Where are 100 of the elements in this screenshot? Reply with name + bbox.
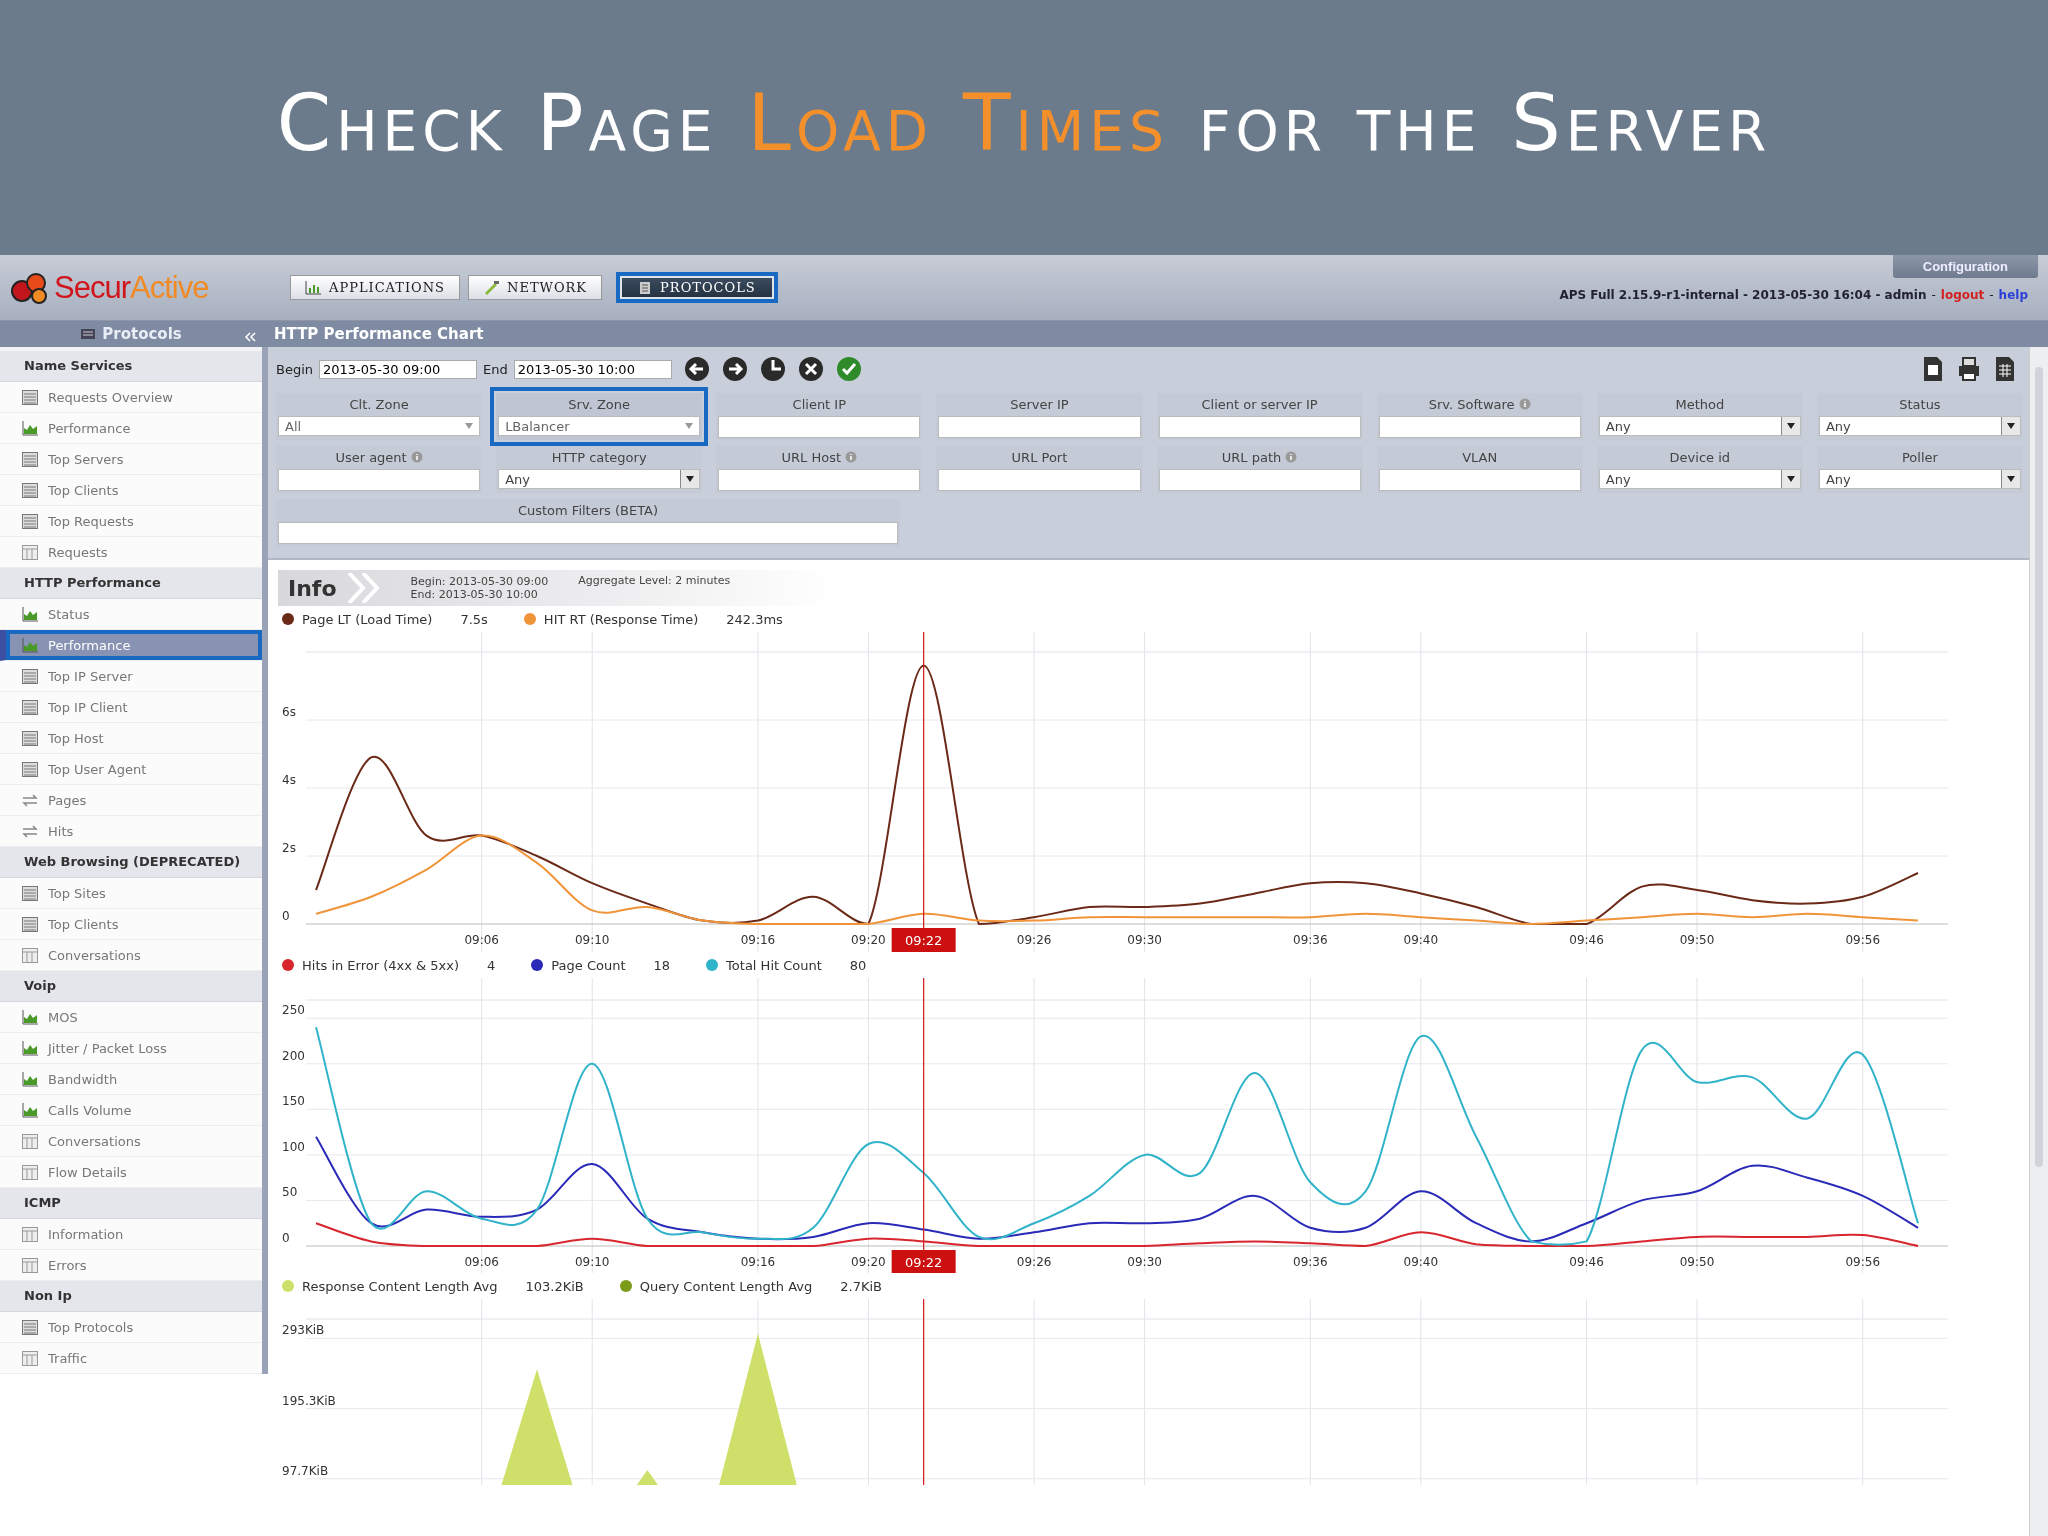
collapse-icon[interactable]	[244, 332, 256, 342]
legend-label: Response Content Length Avg	[302, 1278, 498, 1294]
filter-input[interactable]	[938, 469, 1141, 491]
checkmark-icon[interactable]	[835, 356, 862, 382]
sidebar-item[interactable]: Jitter / Packet Loss	[0, 1033, 262, 1064]
filter-select[interactable]: Any	[1598, 416, 1801, 436]
bar-chart-icon	[305, 280, 321, 295]
filter-input[interactable]	[1158, 416, 1361, 438]
sidebar-item[interactable]: Top Requests	[0, 506, 262, 537]
clock-icon[interactable]	[759, 356, 786, 382]
info-icon	[410, 451, 423, 463]
info-icon	[1285, 451, 1298, 463]
x-tick-label: 09:10	[574, 1255, 610, 1269]
sidebar-item[interactable]: Bandwidth	[0, 1064, 262, 1095]
header-link[interactable]: help	[1998, 288, 2028, 302]
bar-chart-icon	[22, 637, 38, 653]
filter-input[interactable]	[1158, 469, 1361, 491]
bar-chart-icon	[22, 420, 38, 436]
filter-input[interactable]	[718, 469, 921, 491]
end-date-field[interactable]: 2013-05-30 10:00	[513, 359, 672, 379]
filter-input[interactable]	[278, 522, 898, 544]
sidebar-item[interactable]: Top User Agent	[0, 754, 262, 785]
nav-tab[interactable]: APPLICATIONS	[290, 275, 461, 300]
logo-icon	[10, 270, 50, 305]
configuration-button[interactable]: Configuration	[1892, 255, 2038, 278]
sidebar-item[interactable]: Conversations	[0, 1126, 262, 1157]
legend-value: 103.2KiB	[525, 1278, 584, 1294]
logo-text: SecurActive	[54, 269, 209, 306]
sidebar-item[interactable]: Status	[0, 599, 262, 630]
grid-icon	[22, 1350, 38, 1366]
table-icon	[22, 513, 38, 529]
filter-select[interactable]: Any	[1818, 469, 2021, 489]
sidebar-item[interactable]: Calls Volume	[0, 1095, 262, 1126]
sidebar-item[interactable]: Top Clients	[0, 909, 262, 940]
y-tick-label: 50	[282, 1185, 298, 1200]
filter-label: Poller	[1902, 449, 1938, 465]
zone-dropdown[interactable]: All	[278, 416, 481, 436]
sidebar-item[interactable]: Performance	[0, 630, 262, 661]
header-link[interactable]: logout	[1940, 288, 1985, 302]
printer-icon[interactable]	[1957, 356, 1981, 382]
sidebar-item[interactable]: Hits	[0, 816, 262, 847]
info-icon	[1518, 398, 1531, 410]
sidebar-item[interactable]: Pages	[0, 785, 262, 816]
pencil-icon	[483, 280, 500, 295]
y-tick-label: 195.3KiB	[282, 1393, 336, 1408]
grid-icon	[22, 544, 38, 560]
legend-value: 18	[653, 957, 671, 973]
sidebar-item[interactable]: Requests	[0, 537, 262, 568]
filter-select[interactable]: Any	[498, 469, 701, 489]
sidebar-item[interactable]: Top Clients	[0, 475, 262, 506]
section-header: Non Ip	[0, 1281, 262, 1312]
sidebar-item[interactable]: Flow Details	[0, 1157, 262, 1188]
close-icon[interactable]	[797, 356, 824, 382]
sidebar-item[interactable]: Top IP Client	[0, 692, 262, 723]
filter-input[interactable]	[938, 416, 1141, 438]
x-tick-label: 09:56	[1845, 1255, 1881, 1269]
bar-chart-icon	[22, 1071, 38, 1087]
scrollbar[interactable]	[2029, 347, 2048, 1536]
filter-input[interactable]	[718, 416, 921, 438]
sidebar-item[interactable]: Top Sites	[0, 878, 262, 909]
sidebar-item[interactable]: Top Protocols	[0, 1312, 262, 1343]
document-icon[interactable]	[1921, 356, 1945, 382]
sidebar-item[interactable]: Conversations	[0, 940, 262, 971]
table-icon	[22, 885, 38, 901]
filter-input[interactable]	[1378, 469, 1581, 491]
arrows-icon	[22, 823, 38, 839]
filter-label: URL Port	[1011, 449, 1068, 465]
table-icon	[22, 451, 38, 467]
legend-label: Hits in Error (4xx & 5xx)	[302, 957, 460, 973]
nav-tab[interactable]: PROTOCOLS	[616, 272, 778, 303]
filter-select[interactable]: Any	[1818, 416, 2021, 436]
x-tick-label: 09:06	[464, 1255, 499, 1269]
sidebar-item[interactable]: Top IP Server	[0, 661, 262, 692]
sidebar-item[interactable]: Errors	[0, 1250, 262, 1281]
filter-label: Device id	[1669, 449, 1731, 465]
dropdown-arrow-icon	[2007, 423, 2015, 429]
filter-input[interactable]	[1378, 416, 1581, 438]
sidebar-item[interactable]: Performance	[0, 413, 262, 444]
sidebar-item[interactable]: Traffic	[0, 1343, 262, 1374]
zone-dropdown[interactable]: LBalancer	[498, 416, 701, 436]
filter-input[interactable]	[278, 469, 481, 491]
filter-select[interactable]: Any	[1598, 469, 1801, 489]
sidebar-item[interactable]: Top Servers	[0, 444, 262, 475]
dropdown-arrow-icon	[2007, 476, 2015, 482]
nav-tab[interactable]: NETWORK	[468, 275, 603, 300]
spreadsheet-icon[interactable]	[1993, 356, 2017, 382]
bar-chart-icon	[22, 1040, 38, 1056]
begin-date-field[interactable]: 2013-05-30 09:00	[319, 359, 478, 379]
x-tick-label: 09:10	[574, 933, 610, 947]
legend-label: Page Count	[551, 957, 626, 973]
filter-label: User agent	[335, 449, 407, 465]
sidebar-item[interactable]: Top Host	[0, 723, 262, 754]
filter-label: Client IP	[792, 396, 847, 412]
sidebar-item[interactable]: Requests Overview	[0, 382, 262, 413]
grid-icon	[22, 1226, 38, 1242]
section-header: ICMP	[0, 1188, 262, 1219]
legend-value: 242.3ms	[726, 611, 783, 627]
sidebar-item[interactable]: Information	[0, 1219, 262, 1250]
y-tick-label: 200	[282, 1048, 305, 1063]
sidebar-item[interactable]: MOS	[0, 1002, 262, 1033]
